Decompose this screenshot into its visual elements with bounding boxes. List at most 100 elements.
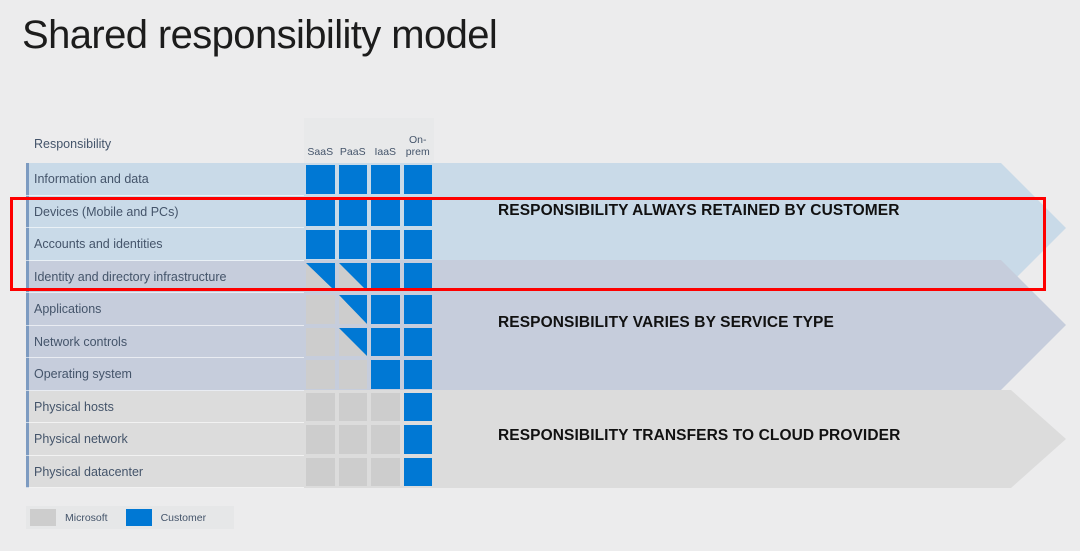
- column-header-saas: SaaS: [307, 145, 334, 158]
- cell-chip-customer: [403, 262, 432, 291]
- responsibility-cell[interactable]: [402, 196, 435, 229]
- cell-chip-customer: [371, 295, 400, 324]
- band-label-varies-by-service: RESPONSIBILITY VARIES BY SERVICE TYPE: [498, 314, 834, 331]
- responsibility-cell[interactable]: [337, 228, 370, 261]
- row-cells: [304, 196, 434, 229]
- cell-chip-customer: [403, 165, 432, 194]
- cell-chip-microsoft: [306, 360, 335, 389]
- table-row: Information and data: [26, 163, 434, 196]
- row-cells: [304, 391, 434, 424]
- responsibility-cell[interactable]: [402, 456, 435, 489]
- legend-label-customer: Customer: [160, 511, 207, 524]
- responsibility-cell[interactable]: [337, 196, 370, 229]
- row-label: Physical hosts: [34, 399, 114, 414]
- responsibility-cell[interactable]: [304, 163, 337, 196]
- shared-responsibility-diagram: Shared responsibility model RESPONSIBILI…: [0, 0, 1080, 551]
- responsibility-cell[interactable]: [304, 456, 337, 489]
- responsibility-table: Responsibility SaaS PaaS IaaS On-prem In…: [26, 118, 434, 488]
- responsibility-cell[interactable]: [402, 261, 435, 294]
- responsibility-cell[interactable]: [337, 391, 370, 424]
- row-cells: [304, 358, 434, 391]
- responsibility-cell[interactable]: [369, 261, 402, 294]
- band-label-transfers-to-provider: RESPONSIBILITY TRANSFERS TO CLOUD PROVID…: [498, 427, 901, 444]
- cell-chip-microsoft: [306, 425, 335, 454]
- legend: Microsoft Customer: [26, 506, 235, 529]
- cell-chip-customer: [403, 197, 432, 226]
- responsibility-cell[interactable]: [304, 423, 337, 456]
- row-accent-bar: [26, 163, 29, 196]
- responsibility-cell[interactable]: [369, 163, 402, 196]
- responsibility-cell[interactable]: [304, 261, 337, 294]
- row-cells: [304, 163, 434, 196]
- band-label-always-retained: RESPONSIBILITY ALWAYS RETAINED BY CUSTOM…: [498, 202, 900, 219]
- table-row: Physical datacenter: [26, 455, 435, 489]
- legend-swatch-microsoft: [30, 509, 56, 526]
- responsibility-cell[interactable]: [402, 326, 435, 359]
- cell-chip-customer: [371, 165, 400, 194]
- responsibility-cell[interactable]: [337, 358, 370, 391]
- cell-chip-microsoft: [306, 295, 335, 324]
- cell-chip-customer: [371, 197, 400, 226]
- responsibility-cell[interactable]: [304, 326, 337, 359]
- responsibility-cell[interactable]: [337, 423, 370, 456]
- row-label: Physical network: [34, 432, 128, 447]
- responsibility-cell[interactable]: [337, 163, 370, 196]
- cell-chip-customer: [403, 327, 432, 356]
- cell-chip-split: [338, 262, 367, 291]
- table-header-row: Responsibility SaaS PaaS IaaS On-prem: [26, 118, 434, 163]
- responsibility-cell[interactable]: [304, 391, 337, 424]
- responsibility-cell[interactable]: [369, 391, 402, 424]
- cell-chip-split: [338, 327, 367, 356]
- responsibility-cell[interactable]: [369, 456, 402, 489]
- column-header-iaas: IaaS: [374, 145, 397, 158]
- row-label: Operating system: [34, 367, 132, 382]
- cell-chip-customer: [403, 295, 432, 324]
- cell-chip-customer: [306, 165, 335, 194]
- responsibility-cell[interactable]: [304, 228, 337, 261]
- cell-chip-microsoft: [306, 457, 335, 486]
- row-label: Physical datacenter: [34, 464, 144, 479]
- row-cells: [304, 261, 434, 294]
- row-label: Applications: [34, 302, 102, 317]
- responsibility-cell[interactable]: [369, 293, 402, 326]
- responsibility-cell[interactable]: [369, 196, 402, 229]
- cell-chip-customer: [403, 457, 432, 486]
- responsibility-cell[interactable]: [304, 358, 337, 391]
- responsibility-cell[interactable]: [337, 456, 370, 489]
- cell-chip-microsoft: [338, 392, 367, 421]
- cell-chip-customer: [338, 197, 367, 226]
- responsibility-cell[interactable]: [337, 326, 370, 359]
- table-body: Information and data Devices (Mobile and …: [26, 163, 434, 488]
- responsibility-cell[interactable]: [402, 228, 435, 261]
- responsibility-cell[interactable]: [369, 423, 402, 456]
- column-header-responsibility: Responsibility: [34, 137, 112, 151]
- responsibility-cell[interactable]: [369, 228, 402, 261]
- responsibility-cell[interactable]: [402, 293, 435, 326]
- cell-chip-split: [306, 262, 335, 291]
- responsibility-cell[interactable]: [402, 163, 435, 196]
- responsibility-cell[interactable]: [369, 326, 402, 359]
- row-cells: [304, 228, 434, 261]
- responsibility-cell[interactable]: [304, 196, 337, 229]
- cell-chip-customer: [306, 230, 335, 259]
- row-accent-bar: [26, 423, 29, 456]
- row-accent-bar: [26, 358, 29, 391]
- responsibility-cell[interactable]: [402, 358, 435, 391]
- responsibility-cell[interactable]: [337, 261, 370, 294]
- responsibility-cell[interactable]: [369, 358, 402, 391]
- row-cells: [304, 423, 434, 456]
- cell-chip-customer: [338, 165, 367, 194]
- row-accent-bar: [26, 325, 29, 358]
- row-cells: [304, 326, 434, 359]
- responsibility-cell[interactable]: [402, 423, 435, 456]
- responsibility-cell[interactable]: [402, 391, 435, 424]
- cell-chip-customer: [403, 425, 432, 454]
- row-label: Accounts and identities: [34, 237, 163, 252]
- table-row: Physical network: [26, 423, 434, 456]
- row-label: Devices (Mobile and PCs): [34, 204, 179, 219]
- column-header-onprem: On-prem: [402, 118, 435, 163]
- cell-chip-customer: [338, 230, 367, 259]
- responsibility-cell[interactable]: [304, 293, 337, 326]
- responsibility-cell[interactable]: [337, 293, 370, 326]
- cell-chip-microsoft: [371, 392, 400, 421]
